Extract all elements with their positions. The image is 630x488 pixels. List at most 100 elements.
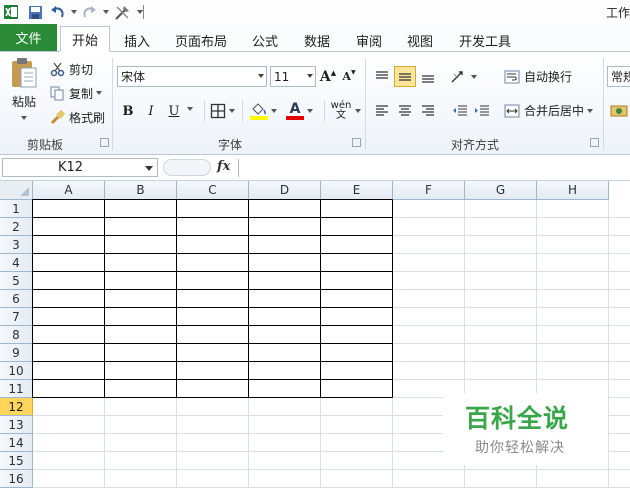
decrease-indent-button[interactable]: [450, 100, 470, 121]
toolbar-divider: [143, 5, 144, 19]
undo-dropdown-icon[interactable]: [67, 3, 77, 21]
group-separator: [603, 58, 604, 150]
tab-home[interactable]: 开始: [60, 26, 110, 52]
font-size-select[interactable]: 11: [270, 66, 316, 87]
tab-view[interactable]: 视图: [400, 28, 440, 52]
font-name-value: 宋体: [121, 70, 146, 84]
font-divider: [204, 100, 205, 122]
font-group-label: 字体: [217, 138, 242, 152]
fill-color-swatch: [250, 116, 268, 120]
redo-dropdown-icon[interactable]: [99, 3, 109, 21]
format-painter-label: 格式刷: [69, 110, 106, 125]
underline-dropdown-icon[interactable]: [184, 107, 193, 111]
scissors-icon: [50, 62, 65, 77]
align-bottom-button[interactable]: [418, 66, 438, 87]
merge-center-button[interactable]: 合并后居中: [504, 100, 594, 121]
insert-function-button[interactable]: fx: [217, 159, 230, 174]
grow-font-button[interactable]: A ▲: [320, 66, 336, 87]
alignment-launcher-icon[interactable]: [590, 138, 599, 147]
undo-icon[interactable]: [49, 3, 65, 21]
ribbon-home: 粘贴 剪切 复制 格式刷 剪贴板 宋体 11 A ▲ A ▼ B I U A w…: [0, 52, 630, 155]
name-box[interactable]: K12: [2, 158, 158, 177]
orientation-button[interactable]: [450, 66, 477, 87]
font-color-dropdown-icon: [307, 109, 313, 113]
borders-button[interactable]: [210, 102, 235, 120]
wrap-text-label: 自动换行: [524, 70, 573, 84]
align-left-button[interactable]: [372, 100, 392, 121]
customize-tools-icon[interactable]: [113, 3, 131, 21]
formula-input[interactable]: [240, 158, 630, 177]
align-center-button[interactable]: [395, 100, 415, 121]
redo-icon[interactable]: [81, 3, 97, 21]
accounting-format-button[interactable]: [610, 100, 630, 121]
tab-insert[interactable]: 插入: [115, 28, 159, 52]
format-painter-button[interactable]: 格式刷: [50, 108, 105, 126]
tab-formulas[interactable]: 公式: [245, 28, 285, 52]
shrink-font-button[interactable]: A ▼: [341, 66, 357, 87]
font-size-value: 11: [274, 69, 290, 84]
font-divider: [242, 100, 243, 122]
align-left-icon: [375, 104, 389, 117]
fill-bucket-icon: [250, 102, 268, 120]
font-color-button[interactable]: A: [286, 100, 313, 122]
underline-button[interactable]: U: [166, 100, 182, 122]
ribbon-tabs: 文件 开始 插入 页面布局 公式 数据 审阅 视图 开发工具: [0, 24, 630, 52]
tab-file[interactable]: 文件: [0, 24, 57, 51]
font-name-select[interactable]: 宋体: [117, 66, 267, 87]
save-icon[interactable]: [26, 3, 44, 21]
cut-button[interactable]: 剪切: [50, 60, 93, 78]
phonetic-label: wén 文: [330, 100, 352, 121]
alignment-group-label: 对齐方式: [450, 138, 499, 152]
bold-button[interactable]: B: [120, 100, 136, 122]
font-divider: [324, 100, 325, 122]
font-color-swatch: [286, 116, 304, 120]
tab-page-layout[interactable]: 页面布局: [170, 28, 232, 52]
font-launcher-icon[interactable]: [352, 138, 361, 147]
align-bottom-icon: [421, 71, 435, 83]
italic-button[interactable]: I: [143, 100, 159, 122]
increase-indent-button[interactable]: [472, 100, 492, 121]
copy-label: 复制: [69, 86, 94, 101]
align-right-button[interactable]: [418, 100, 438, 121]
watermark: 百科全说 助你轻松解决: [443, 393, 608, 465]
wrap-text-button[interactable]: 自动换行: [504, 66, 572, 87]
phonetic-button[interactable]: wén 文: [330, 100, 361, 122]
increase-indent-icon: [474, 104, 490, 117]
fill-color-button[interactable]: [250, 100, 277, 122]
formula-bar: K12 fx: [0, 155, 630, 181]
borders-icon: [210, 103, 226, 119]
cut-label: 剪切: [69, 62, 94, 77]
merge-center-icon: [504, 104, 520, 118]
copy-dropdown-icon: [96, 91, 103, 95]
tab-developer[interactable]: 开发工具: [453, 28, 517, 52]
copy-button[interactable]: 复制: [50, 84, 103, 102]
customize-dropdown-icon[interactable]: [133, 3, 143, 21]
align-top-button[interactable]: [372, 66, 392, 87]
watermark-title: 百科全说: [465, 404, 570, 433]
decrease-indent-icon: [452, 104, 468, 117]
number-format-value: 常规: [611, 70, 630, 84]
formula-expand-handle[interactable]: [163, 159, 211, 176]
window-title: 工作: [605, 6, 630, 20]
font-size-dropdown-icon: [307, 74, 313, 78]
borders-dropdown-icon: [229, 109, 235, 113]
group-separator: [112, 58, 113, 150]
name-box-value: K12: [58, 160, 84, 175]
font-color-letter: A: [289, 101, 301, 117]
clipboard-launcher-icon[interactable]: [100, 138, 109, 147]
excel-logo-icon[interactable]: [2, 3, 20, 21]
paste-dropdown-icon: [21, 116, 27, 120]
align-center-icon: [398, 104, 412, 117]
paste-label: 粘贴: [11, 95, 36, 109]
number-format-select[interactable]: 常规: [607, 66, 630, 87]
merge-center-dropdown-icon: [587, 108, 594, 113]
tab-review[interactable]: 审阅: [349, 28, 389, 52]
text-orientation-icon: [450, 70, 468, 84]
tab-data[interactable]: 数据: [297, 28, 337, 52]
align-middle-button[interactable]: [394, 66, 416, 87]
paintbrush-icon: [50, 109, 65, 125]
paste-button[interactable]: 粘贴: [6, 56, 42, 120]
merge-center-label: 合并后居中: [524, 104, 585, 118]
font-color-icon: A: [286, 102, 304, 120]
grow-font-label: A: [319, 68, 331, 85]
